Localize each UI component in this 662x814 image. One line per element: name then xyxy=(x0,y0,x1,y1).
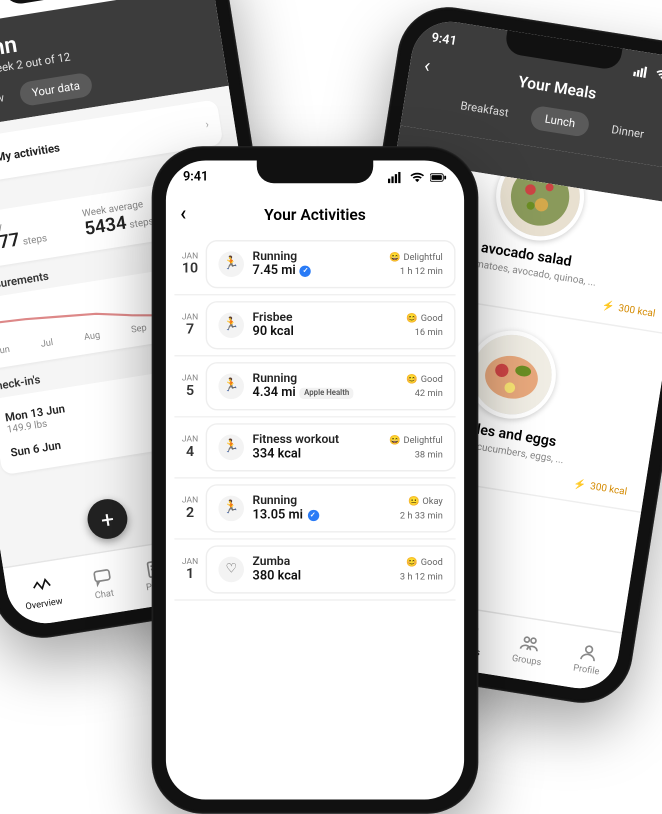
profile-icon xyxy=(578,641,601,664)
activity-name: Fitness workout xyxy=(253,433,381,447)
activity-row[interactable]: JAN2 🏃 Running13.05 mi ✓ 😐Okay 2 h 33 min xyxy=(174,479,455,540)
page-title: Your Activities xyxy=(264,205,366,223)
activity-duration: 42 min xyxy=(406,388,442,399)
month-label: Sep xyxy=(130,322,147,336)
activity-type-icon: 🏃 xyxy=(218,435,244,461)
nav-groups[interactable]: Groups xyxy=(511,631,545,668)
my-activities-label: My activities xyxy=(0,141,61,164)
activities-list[interactable]: JAN10🏃Running7.45 mi ✓😄Delightful1 h 12 … xyxy=(166,234,464,799)
tab-your-data[interactable]: Your data xyxy=(19,72,93,107)
bolt-icon: ⚡ xyxy=(601,299,615,312)
battery-icon xyxy=(430,172,447,183)
bolt-icon: ⚡ xyxy=(573,477,587,490)
activity-date: JAN5 xyxy=(174,362,205,410)
nav-chat[interactable]: Chat xyxy=(90,566,115,601)
meal-kcal-value: 300 kcal xyxy=(589,480,628,497)
activity-row[interactable]: JAN10 🏃 Running7.45 mi ✓ 😄Delightful 1 h 12 … xyxy=(174,234,455,295)
activity-value: 4.34 mi Apple Health xyxy=(253,386,398,400)
activity-value: 7.45 mi ✓ xyxy=(253,264,381,278)
overview-icon xyxy=(30,576,53,599)
verified-icon: ✓ xyxy=(300,266,311,277)
activity-date: JAN2 xyxy=(174,484,205,532)
verified-icon: ✓ xyxy=(307,510,318,521)
nav-label: Overview xyxy=(25,595,64,612)
tab-breakfast[interactable]: Breakfast xyxy=(445,91,525,127)
activity-mood: 😄Delightful xyxy=(389,251,443,262)
mood-emoji-icon: 😄 xyxy=(389,251,400,262)
activity-value: 90 kcal xyxy=(253,325,398,339)
activity-type-icon: 🏃 xyxy=(218,374,244,400)
meal-kcal: ⚡300 kcal xyxy=(601,299,656,320)
activity-row[interactable]: JAN4 🏃 Fitness workout334 kcal 😄Delightful 3… xyxy=(174,418,455,479)
chevron-right-icon: › xyxy=(204,117,209,130)
status-time: 9:41 xyxy=(430,31,457,49)
status-time: 9:41 xyxy=(183,170,208,184)
activity-date: JAN10 xyxy=(174,240,205,288)
activity-value: 380 kcal xyxy=(253,569,392,583)
activity-row[interactable]: JAN5 🏃 Running4.34 mi Apple Health 😊Good 42 … xyxy=(174,356,455,417)
tab-lunch[interactable]: Lunch xyxy=(529,105,591,138)
notch xyxy=(257,161,373,184)
tab-overview[interactable]: Overview xyxy=(0,84,17,119)
meal-kcal: ⚡300 kcal xyxy=(573,477,628,498)
month-label: Aug xyxy=(83,329,101,343)
activity-duration: 3 h 12 min xyxy=(400,571,443,582)
month-label: Jun xyxy=(0,343,11,357)
signal-icon xyxy=(633,65,652,79)
mood-emoji-icon: 😊 xyxy=(406,557,417,568)
signal-icon xyxy=(387,172,404,183)
activity-type-icon: 🏃 xyxy=(218,251,244,277)
activity-mood: 😄Delightful xyxy=(389,435,443,446)
mood-emoji-icon: 😊 xyxy=(406,312,417,323)
wifi-icon xyxy=(409,172,426,183)
mood-emoji-icon: 😊 xyxy=(406,374,417,385)
activity-date: JAN4 xyxy=(174,423,205,471)
activity-duration: 16 min xyxy=(406,327,442,338)
activity-row[interactable]: JAN7 🏃 Frisbee90 kcal 😊Good 16 min xyxy=(174,295,455,356)
nav-overview[interactable]: Overview xyxy=(21,574,63,612)
tab-dinner[interactable]: Dinner xyxy=(596,115,660,148)
month-label: Jul xyxy=(40,337,54,350)
activity-value: 13.05 mi ✓ xyxy=(253,508,392,522)
activity-name: Frisbee xyxy=(253,311,398,325)
source-badge: Apple Health xyxy=(300,388,354,399)
activity-mood: 😊Good xyxy=(406,374,442,385)
activity-type-icon: 🏃 xyxy=(218,312,244,338)
steps-today-value: 2177 xyxy=(0,230,21,258)
activity-duration: 2 h 33 min xyxy=(400,510,443,521)
wifi-icon xyxy=(654,68,662,82)
back-button[interactable]: ‹ xyxy=(180,203,186,226)
activity-row[interactable]: JAN1 ♡ Zumba380 kcal 😊Good 3 h 12 min xyxy=(174,540,455,601)
activity-duration: 1 h 12 min xyxy=(389,266,443,277)
activities-header: ‹ Your Activities xyxy=(166,195,464,235)
activity-name: Zumba xyxy=(253,555,392,569)
nav-label: Profile xyxy=(572,662,600,677)
activity-type-icon: ♡ xyxy=(218,557,244,583)
activity-mood: 😊Good xyxy=(400,557,443,568)
nav-profile[interactable]: Profile xyxy=(572,641,603,677)
activity-value: 334 kcal xyxy=(253,447,381,461)
chat-icon xyxy=(90,566,113,589)
activity-mood: 😐Okay xyxy=(400,496,443,507)
activity-date: JAN1 xyxy=(174,545,205,593)
meal-kcal-value: 300 kcal xyxy=(618,302,657,319)
activity-mood: 😊Good xyxy=(406,312,442,323)
steps-today-unit: steps xyxy=(22,233,48,248)
activity-name: Running xyxy=(253,372,398,386)
nav-label: Chat xyxy=(94,587,115,601)
activity-date: JAN7 xyxy=(174,301,205,349)
activity-type-icon: 🏃 xyxy=(218,496,244,522)
mood-emoji-icon: 😐 xyxy=(408,496,419,507)
groups-icon xyxy=(518,632,541,655)
activity-name: Running xyxy=(253,494,392,508)
activity-name: Running xyxy=(253,250,381,264)
activity-duration: 38 min xyxy=(389,449,443,460)
phone-activities: 9:41 ‹ Your Activities JAN10🏃Running7.45… xyxy=(152,146,479,813)
mood-emoji-icon: 😄 xyxy=(389,435,400,446)
